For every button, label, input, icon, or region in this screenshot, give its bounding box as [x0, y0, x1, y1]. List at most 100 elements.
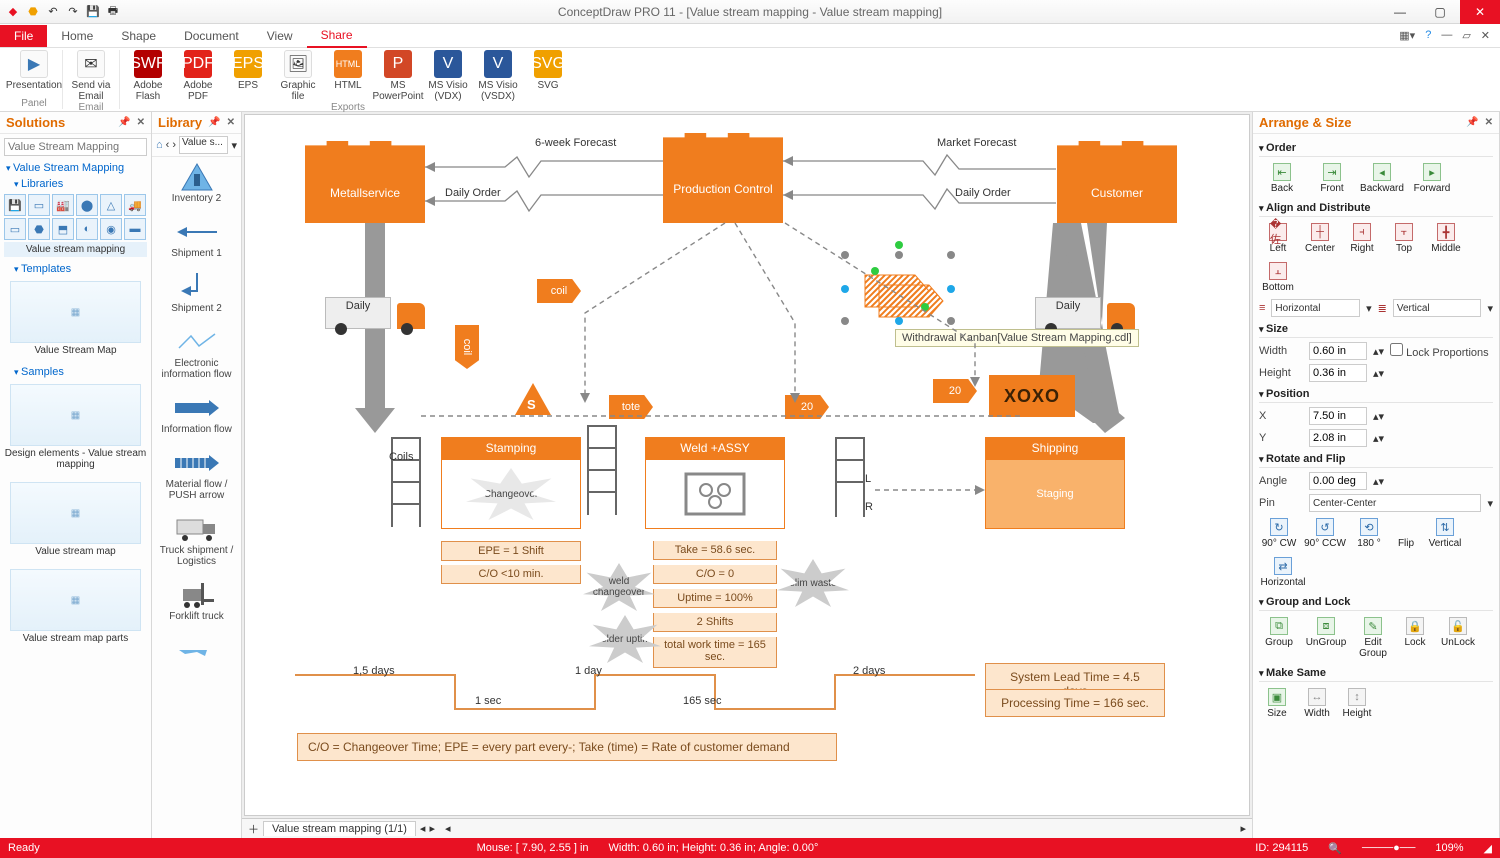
qat-shield-icon[interactable]: ⬣: [26, 5, 40, 19]
kaizen-welder-uptime[interactable]: welder uptime: [589, 615, 661, 663]
sec-make-same[interactable]: Make Same: [1259, 665, 1493, 682]
tab-view[interactable]: View: [253, 25, 307, 47]
lib-thumb[interactable]: 🏭: [52, 194, 74, 216]
inventory-ladder-lr[interactable]: [835, 437, 865, 517]
sec-order[interactable]: Order: [1259, 140, 1493, 157]
eps-button[interactable]: EPSEPS: [224, 50, 272, 102]
edit-group-btn[interactable]: ✎Edit Group: [1353, 615, 1393, 661]
align-middle[interactable]: ╋Middle: [1427, 221, 1465, 256]
process-shipping[interactable]: Shipping Staging: [985, 437, 1125, 529]
solution-templates[interactable]: Templates: [0, 261, 151, 277]
group-btn[interactable]: ⧉Group: [1259, 615, 1299, 661]
kaizen-weld-changeover[interactable]: weld changeover: [583, 563, 655, 611]
lib-shape-shipment2[interactable]: Shipment 2: [152, 267, 241, 322]
svg-button[interactable]: SVGSVG: [524, 50, 572, 102]
ms-visio-vdx-button[interactable]: VMS Visio (VDX): [424, 50, 472, 102]
data-epe[interactable]: EPE = 1 Shift: [441, 541, 581, 561]
sec-position[interactable]: Position: [1259, 386, 1493, 403]
lib-shape-info[interactable]: Information flow: [152, 388, 241, 443]
ribbon-options-icon[interactable]: ▦▾: [1399, 29, 1415, 42]
tab-home[interactable]: Home: [47, 25, 107, 47]
maximize-button[interactable]: ▢: [1420, 0, 1460, 24]
process-stamping[interactable]: Stamping Changeover: [441, 437, 581, 529]
production-control-box[interactable]: Production Control: [663, 155, 783, 223]
data-2shifts[interactable]: 2 Shifts: [653, 613, 777, 632]
lib-thumb[interactable]: ▬: [124, 218, 146, 240]
zoom-slider[interactable]: ────●──: [1362, 842, 1415, 854]
solutions-search-input[interactable]: [4, 138, 147, 156]
align-right[interactable]: ⫞Right: [1343, 221, 1381, 256]
ungroup-btn[interactable]: ⧈UnGroup: [1303, 615, 1349, 661]
page-nav-next[interactable]: ▸: [429, 822, 435, 835]
minimize-button[interactable]: —: [1380, 0, 1420, 24]
page-tab[interactable]: Value stream mapping (1/1): [263, 821, 416, 836]
width-input[interactable]: [1309, 342, 1367, 360]
lib-shape-inventory[interactable]: Inventory 2: [152, 157, 241, 212]
align-left[interactable]: �佐Left: [1259, 221, 1297, 256]
data-totalwork[interactable]: total work time = 165 sec.: [653, 637, 777, 668]
align-top[interactable]: ⫟Top: [1385, 221, 1423, 256]
qat-redo-icon[interactable]: ↷: [66, 5, 80, 19]
tab-file[interactable]: File: [0, 25, 47, 47]
align-center[interactable]: ┼Center: [1301, 221, 1339, 256]
adobe-flash-button[interactable]: SWFAdobe Flash: [124, 50, 172, 102]
data-take[interactable]: Take = 58.6 sec.: [653, 541, 777, 560]
tab-document[interactable]: Document: [170, 25, 253, 47]
drawing-canvas[interactable]: Metallservice Production Control Custome…: [244, 114, 1250, 816]
pin-icon[interactable]: 📌: [118, 117, 130, 128]
lib-thumb[interactable]: ⬣: [28, 218, 50, 240]
lib-thumb[interactable]: 🚚: [124, 194, 146, 216]
add-page-button[interactable]: ＋: [248, 821, 259, 837]
mdi-close-icon[interactable]: ✕: [1481, 29, 1490, 42]
library-select[interactable]: Value s...: [179, 136, 228, 154]
flip-vertical[interactable]: ⇅Vertical: [1425, 516, 1465, 551]
x-input[interactable]: [1309, 407, 1367, 425]
tab-share[interactable]: Share: [307, 24, 367, 48]
pin-select[interactable]: Center-Center: [1309, 494, 1481, 512]
page-nav-prev[interactable]: ◂: [420, 822, 426, 835]
panel-close-icon[interactable]: ✕: [137, 117, 145, 128]
lib-shape-plane[interactable]: [152, 630, 241, 674]
tab-shape[interactable]: Shape: [107, 25, 170, 47]
zoom-out-icon[interactable]: 🔍: [1328, 842, 1342, 855]
processing-time[interactable]: Processing Time = 166 sec.: [985, 689, 1165, 717]
lib-thumb[interactable]: 💾: [4, 194, 26, 216]
rotate-cw[interactable]: ↻90° CW: [1259, 516, 1299, 551]
supplier-box[interactable]: Metallservice: [305, 163, 425, 223]
resize-grip-icon[interactable]: ◢: [1484, 842, 1492, 855]
rotate-ccw[interactable]: ↺90° CCW: [1303, 516, 1347, 551]
lib-thumb[interactable]: ◉: [100, 218, 122, 240]
close-button[interactable]: ✕: [1460, 0, 1500, 24]
pin-icon[interactable]: 📌: [208, 117, 220, 128]
lock-btn[interactable]: 🔒Lock: [1397, 615, 1433, 661]
qat-save-icon[interactable]: 💾: [86, 5, 100, 19]
distribute-v[interactable]: Vertical: [1393, 299, 1482, 317]
same-height[interactable]: ↕Height: [1339, 686, 1375, 721]
lib-thumb[interactable]: ▭: [4, 218, 26, 240]
sample-item[interactable]: ▦Value stream map: [0, 478, 151, 565]
template-item[interactable]: ▦Value Stream Map: [0, 277, 151, 364]
presentation-button[interactable]: ▶Presentation: [10, 50, 58, 91]
send-email-button[interactable]: ✉Send via Email: [67, 50, 115, 102]
pin-icon[interactable]: 📌: [1466, 117, 1478, 128]
lib-shape-einfo[interactable]: Electronic information flow: [152, 322, 241, 388]
panel-close-icon[interactable]: ✕: [1485, 117, 1493, 128]
lib-shape-forklift[interactable]: Forklift truck: [152, 575, 241, 630]
data-co10[interactable]: C/O <10 min.: [441, 565, 581, 584]
sec-rotate[interactable]: Rotate and Flip: [1259, 451, 1493, 468]
lock-proportions[interactable]: [1390, 343, 1403, 356]
distribute-h[interactable]: Horizontal: [1271, 299, 1360, 317]
same-width[interactable]: ↔Width: [1299, 686, 1335, 721]
sec-size[interactable]: Size: [1259, 321, 1493, 338]
qat-undo-icon[interactable]: ↶: [46, 5, 60, 19]
graphic-file-button[interactable]: 🖼Graphic file: [274, 50, 322, 102]
order-backward[interactable]: ◂Backward: [1359, 161, 1405, 196]
data-uptime[interactable]: Uptime = 100%: [653, 589, 777, 608]
ms-visio-vsdx-button[interactable]: VMS Visio (VSDX): [474, 50, 522, 102]
same-size[interactable]: ▣Size: [1259, 686, 1295, 721]
y-input[interactable]: [1309, 429, 1367, 447]
process-weld[interactable]: Weld +ASSY: [645, 437, 785, 529]
kanban-coil-vertical[interactable]: coil: [455, 325, 479, 369]
adobe-pdf-button[interactable]: PDFAdobe PDF: [174, 50, 222, 102]
chevron-down-icon[interactable]: ▾: [231, 139, 237, 152]
